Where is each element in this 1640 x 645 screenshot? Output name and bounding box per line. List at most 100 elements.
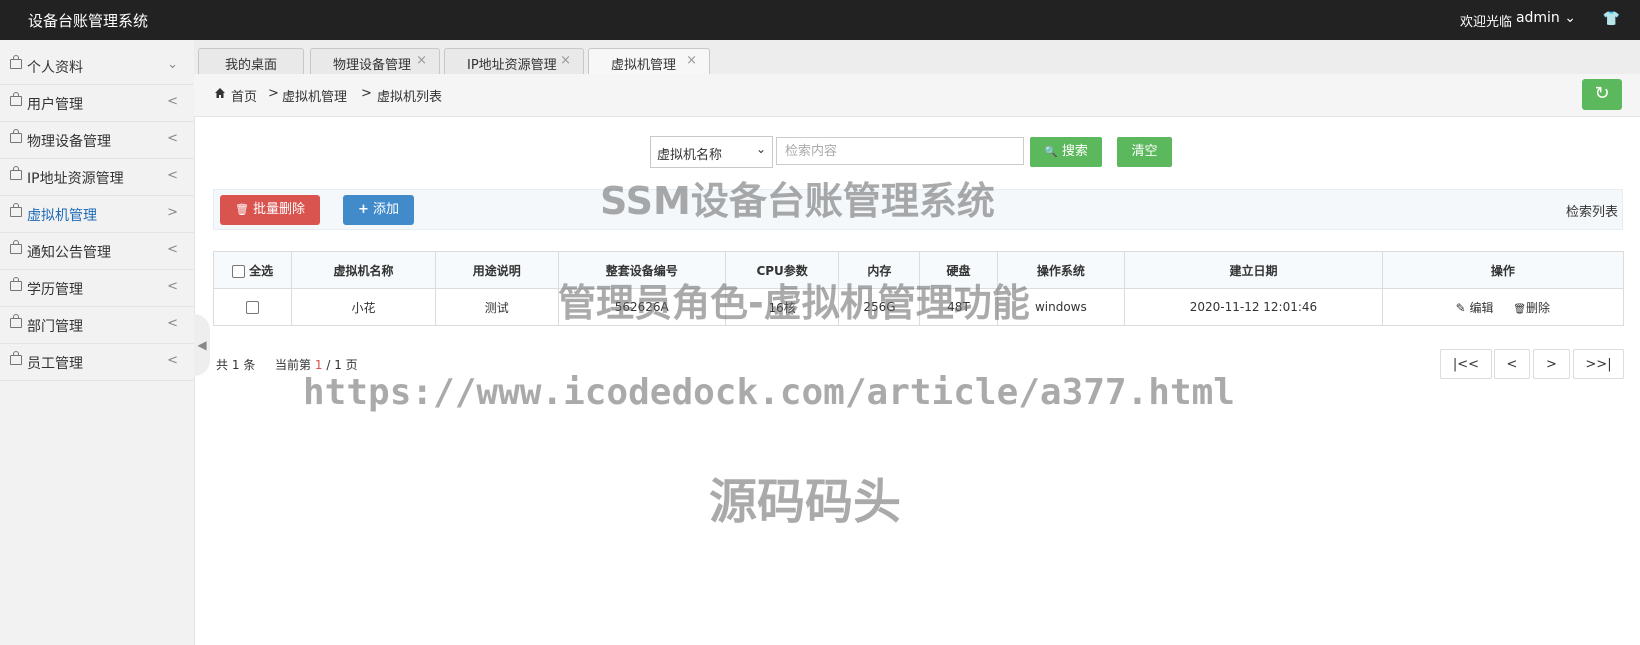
search-button[interactable]: 🔍 搜索 bbox=[1030, 137, 1102, 167]
sidebar-item-label: 个人资料 bbox=[27, 60, 83, 76]
breadcrumb-section[interactable]: 虚拟机管理 bbox=[282, 86, 347, 105]
sidebar: 个人资料 ⌄ 用户管理 < 物理设备管理 < IP地址资源管理 < 虚拟机管理 … bbox=[0, 40, 195, 645]
sidebar-item-departments[interactable]: 部门管理 < bbox=[0, 307, 194, 344]
delete-button[interactable]: 🗑删除 bbox=[1513, 299, 1550, 316]
tab-ip-resources[interactable]: IP地址资源管理 × bbox=[444, 48, 584, 75]
delete-label: 删除 bbox=[1526, 300, 1551, 315]
sidebar-item-label: 部门管理 bbox=[27, 319, 83, 335]
tab-label: 我的桌面 bbox=[225, 58, 278, 73]
lock-icon bbox=[10, 314, 22, 328]
lock-icon bbox=[10, 55, 22, 69]
edit-label: 编辑 bbox=[1469, 300, 1494, 315]
chevron-left-icon: < bbox=[167, 131, 178, 146]
refresh-button[interactable]: ↻ bbox=[1582, 79, 1622, 110]
page-suffix: 页 bbox=[345, 358, 358, 372]
sidebar-item-label: 通知公告管理 bbox=[27, 245, 111, 261]
cell-created-date: 2020-11-12 12:01:46 bbox=[1124, 288, 1383, 326]
close-icon[interactable]: × bbox=[560, 53, 571, 68]
sidebar-item-employees[interactable]: 员工管理 < bbox=[0, 344, 194, 381]
batch-delete-label: 批量删除 bbox=[253, 202, 306, 217]
trash-icon: 🗑 bbox=[234, 203, 249, 216]
sidebar-item-vm-management[interactable]: 虚拟机管理 > bbox=[0, 196, 194, 233]
sidebar-item-notices[interactable]: 通知公告管理 < bbox=[0, 233, 194, 270]
chevron-left-icon: < bbox=[167, 242, 178, 257]
sidebar-item-education[interactable]: 学历管理 < bbox=[0, 270, 194, 307]
user-name: admin bbox=[1515, 10, 1560, 26]
breadcrumb-separator: > bbox=[268, 86, 279, 101]
batch-delete-button[interactable]: 🗑 批量删除 bbox=[220, 195, 320, 225]
refresh-icon: ↻ bbox=[1594, 83, 1610, 104]
total-pages: 1 bbox=[334, 358, 342, 372]
sidebar-item-physical-devices[interactable]: 物理设备管理 < bbox=[0, 122, 194, 159]
select-all-checkbox[interactable] bbox=[231, 264, 245, 278]
page-separator: / bbox=[326, 358, 331, 372]
tab-vm-management[interactable]: 虚拟机管理 × bbox=[588, 48, 710, 76]
pencil-icon: ✎ bbox=[1455, 300, 1466, 315]
column-header: 用途说明 bbox=[434, 251, 559, 289]
shirt-icon[interactable]: 👕 bbox=[1603, 11, 1620, 27]
sidebar-item-label: 用户管理 bbox=[27, 97, 83, 113]
cell-actions: ✎ 编辑 🗑删除 bbox=[1381, 288, 1625, 326]
close-icon[interactable]: × bbox=[686, 53, 697, 68]
chevron-left-icon: < bbox=[167, 94, 178, 109]
sidebar-item-profile[interactable]: 个人资料 ⌄ bbox=[0, 48, 194, 85]
tab-label: 虚拟机管理 bbox=[611, 58, 677, 73]
column-header: 建立日期 bbox=[1124, 251, 1383, 289]
trash-icon: 🗑 bbox=[1513, 303, 1527, 315]
sidebar-item-label: 物理设备管理 bbox=[27, 134, 111, 150]
sidebar-item-label: 学历管理 bbox=[27, 282, 83, 298]
lock-icon bbox=[10, 240, 22, 254]
close-icon[interactable]: × bbox=[416, 53, 427, 68]
search-button-label: 搜索 bbox=[1061, 144, 1088, 159]
chevron-down-icon: ⌄ bbox=[167, 57, 178, 72]
sidebar-item-users[interactable]: 用户管理 < bbox=[0, 85, 194, 122]
app-title: 设备台账管理系统 bbox=[28, 12, 149, 30]
lock-icon bbox=[10, 203, 22, 217]
chevron-right-icon: > bbox=[167, 205, 178, 220]
cell-vm-name: 小花 bbox=[291, 288, 436, 326]
user-menu[interactable]: admin ⌄ bbox=[1516, 10, 1576, 26]
chevron-left-icon: < bbox=[167, 353, 178, 368]
chevron-left-icon: < bbox=[167, 168, 178, 183]
pager-next-button[interactable]: > bbox=[1533, 349, 1570, 379]
chevron-left-icon: < bbox=[167, 279, 178, 294]
page-info-text: 当前第 1 / 1 页 bbox=[275, 356, 358, 373]
search-list-link[interactable]: 检索列表 bbox=[1566, 201, 1618, 220]
row-checkbox[interactable] bbox=[246, 301, 260, 314]
breadcrumb-home[interactable]: 首页 bbox=[231, 86, 257, 105]
lock-icon bbox=[10, 129, 22, 143]
edit-button[interactable]: ✎ 编辑 bbox=[1456, 299, 1494, 316]
sidebar-item-label: 虚拟机管理 bbox=[27, 208, 97, 224]
lock-icon bbox=[10, 277, 22, 291]
pager-prev-button[interactable]: < bbox=[1494, 349, 1530, 379]
current-page: 1 bbox=[314, 358, 323, 372]
tab-label: 物理设备管理 bbox=[333, 58, 412, 73]
tab-physical-devices[interactable]: 物理设备管理 × bbox=[310, 48, 440, 75]
plus-icon: + bbox=[357, 202, 369, 217]
total-count: 1 bbox=[231, 358, 240, 372]
current-prefix: 当前第 bbox=[275, 358, 312, 372]
lock-icon bbox=[10, 166, 22, 180]
lock-icon bbox=[10, 92, 22, 106]
welcome-text: 欢迎光临 bbox=[1459, 15, 1512, 30]
tab-my-desktop[interactable]: 我的桌面 bbox=[198, 48, 304, 75]
column-header: 虚拟机名称 bbox=[291, 251, 436, 289]
total-suffix: 条 bbox=[243, 358, 256, 372]
sidebar-item-ip-resources[interactable]: IP地址资源管理 < bbox=[0, 159, 194, 196]
breadcrumb-separator: > bbox=[361, 86, 372, 101]
clear-button[interactable]: 清空 bbox=[1117, 137, 1172, 167]
search-input[interactable] bbox=[776, 137, 1024, 165]
add-label: 添加 bbox=[373, 202, 400, 217]
search-field-select[interactable]: 虚拟机名称 ⌄ bbox=[650, 136, 773, 168]
pager-first-button[interactable]: |<< bbox=[1440, 349, 1492, 379]
select-all-header[interactable]: 全选 bbox=[212, 251, 293, 289]
pager-last-button[interactable]: >>| bbox=[1573, 349, 1624, 379]
breadcrumb-current: 虚拟机列表 bbox=[377, 90, 443, 105]
watermark-brand: 源码码头 bbox=[709, 474, 902, 530]
row-select-cell[interactable] bbox=[212, 288, 293, 326]
breadcrumb: 首页 > 虚拟机管理 > 虚拟机列表 ↻ bbox=[194, 74, 1640, 117]
home-icon bbox=[215, 88, 225, 98]
watermark-subtitle: 管理员角色-虚拟机管理功能 bbox=[558, 281, 1030, 325]
add-button[interactable]: + 添加 bbox=[343, 195, 414, 225]
sidebar-collapse-handle[interactable]: ◀ bbox=[194, 314, 210, 376]
